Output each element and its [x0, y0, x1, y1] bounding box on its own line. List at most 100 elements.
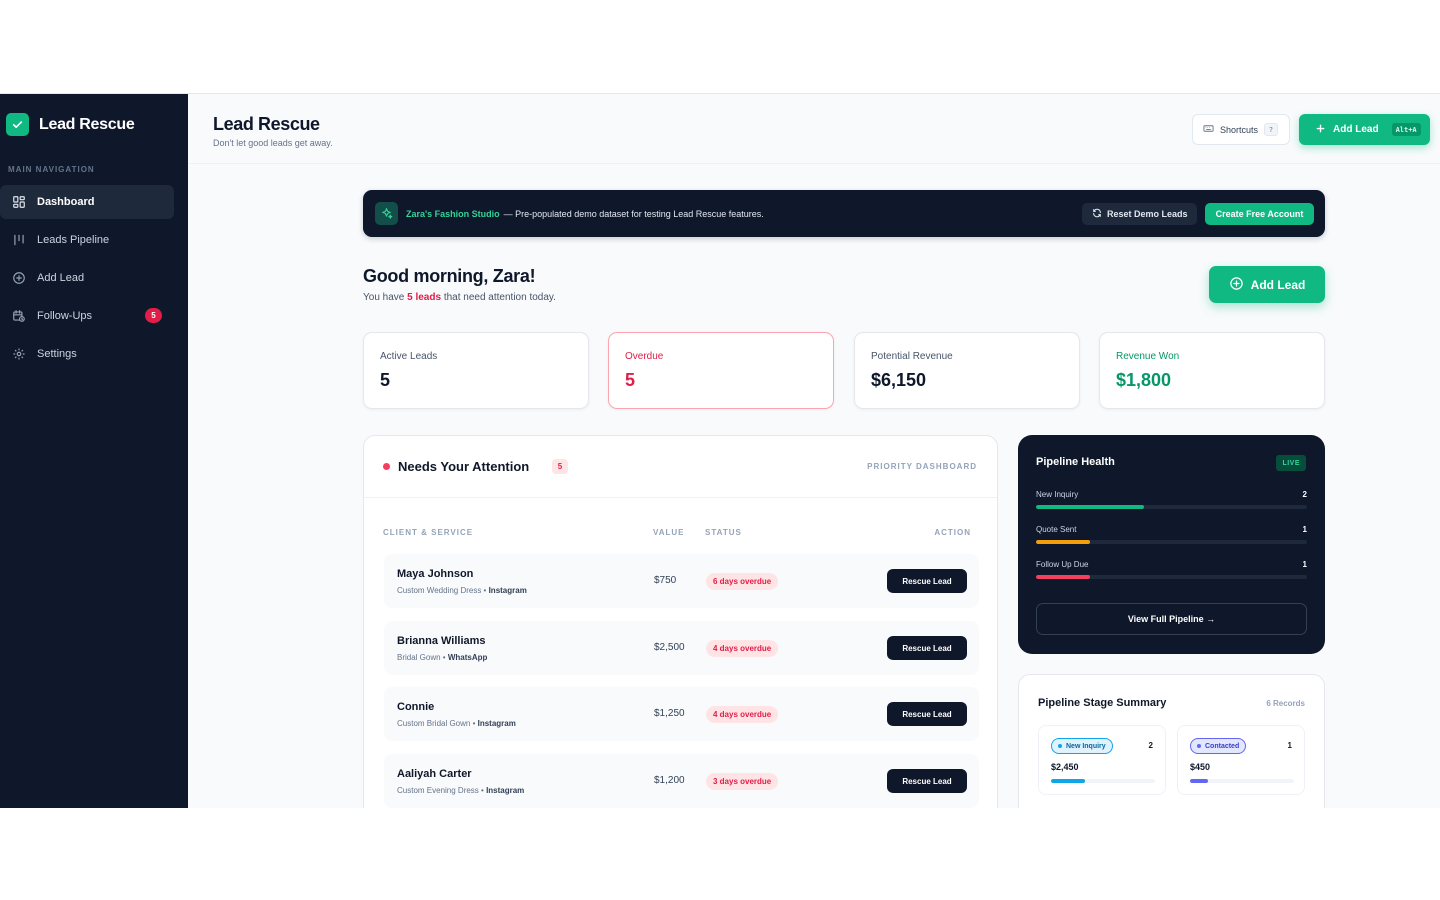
dot-icon — [1197, 744, 1201, 748]
plus-circle-icon — [11, 270, 27, 286]
plus-circle-icon — [1229, 276, 1244, 294]
follow-ups-badge: 5 — [145, 308, 162, 323]
sidebar-item-settings[interactable]: Settings — [0, 337, 174, 371]
status-badge: 4 days overdue — [706, 640, 779, 657]
sidebar-item-label: Settings — [37, 348, 77, 360]
stat-label: Overdue — [625, 351, 664, 362]
stage-count: 1 — [1302, 560, 1307, 569]
rescue-lead-button[interactable]: Rescue Lead — [887, 636, 967, 660]
dot-icon — [1058, 744, 1062, 748]
stat-potential-revenue: Potential Revenue $6,150 — [854, 332, 1080, 409]
client-name: Maya Johnson — [397, 568, 474, 580]
stage-pill: New Inquiry — [1051, 738, 1113, 754]
column-header-action: ACTION — [934, 528, 971, 537]
sidebar-item-label: Dashboard — [37, 196, 95, 208]
page-subtitle: Don't let good leads get away. — [213, 138, 333, 148]
progress-track — [1051, 779, 1155, 783]
priority-dashboard-tag: PRIORITY DASHBOARD — [867, 462, 977, 471]
client-name: Brianna Williams — [397, 635, 486, 647]
sparkles-icon — [375, 202, 398, 225]
client-name: Aaliyah Carter — [397, 768, 472, 780]
client-service: Custom Evening Dress • Instagram — [397, 786, 525, 795]
table-row[interactable]: Connie Custom Bridal Gown • Instagram $1… — [384, 687, 979, 741]
banner-text: — Pre-populated demo dataset for testing… — [503, 208, 764, 219]
client-name: Connie — [397, 701, 435, 713]
add-lead-label: Add Lead — [1333, 124, 1379, 135]
progress-track — [1190, 779, 1294, 783]
shortcuts-label: Shortcuts — [1220, 124, 1259, 135]
shortcuts-key: ? — [1264, 123, 1279, 136]
stage-label: Quote Sent — [1036, 525, 1077, 534]
rescue-lead-button[interactable]: Rescue Lead — [887, 702, 967, 726]
divider — [364, 497, 997, 498]
stat-revenue-won: Revenue Won $1,800 — [1099, 332, 1325, 409]
progress-track — [1036, 575, 1307, 579]
table-row[interactable]: Aaliyah Carter Custom Evening Dress • In… — [384, 754, 979, 808]
greeting-prefix: You have — [363, 292, 405, 303]
progress-track — [1036, 540, 1307, 544]
grid-icon — [11, 194, 27, 210]
rescue-lead-button[interactable]: Rescue Lead — [887, 569, 967, 593]
stat-value: $6,150 — [871, 370, 927, 390]
banner-studio-name: Zara's Fashion Studio — [406, 208, 500, 219]
sidebar-item-dashboard[interactable]: Dashboard — [0, 185, 174, 219]
service-text: Bridal Gown — [397, 653, 441, 662]
check-icon — [6, 113, 29, 136]
calendar-clock-icon — [11, 308, 27, 324]
lead-value: $2,500 — [654, 642, 685, 653]
channel-text: Instagram — [488, 586, 527, 595]
records-count: 6 Records — [1266, 699, 1305, 708]
plus-icon — [1315, 123, 1326, 137]
sidebar: Lead Rescue MAIN NAVIGATION Dashboard Le… — [0, 94, 188, 808]
greeting-subtitle: You have 5 leads that need attention tod… — [363, 292, 556, 303]
status-badge: 4 days overdue — [706, 706, 779, 723]
stage-count: 1 — [1287, 741, 1292, 750]
gear-icon — [11, 346, 27, 362]
stage-count: 2 — [1148, 741, 1153, 750]
add-lead-button[interactable]: Add Lead — [1209, 266, 1325, 303]
live-badge: LIVE — [1276, 455, 1306, 471]
table-row[interactable]: Maya Johnson Custom Wedding Dress • Inst… — [384, 554, 979, 608]
progress-fill — [1190, 779, 1208, 783]
pipeline-stage-summary-panel: Pipeline Stage Summary 6 Records New Inq… — [1018, 674, 1325, 808]
rescue-lead-button[interactable]: Rescue Lead — [887, 769, 967, 793]
stage-count: 2 — [1302, 490, 1307, 499]
stage-pill: Contacted — [1190, 738, 1247, 754]
stat-label: Revenue Won — [1116, 351, 1180, 362]
stage-card-new-inquiry[interactable]: New Inquiry 2 $2,450 — [1038, 725, 1166, 795]
create-free-account-button[interactable]: Create Free Account — [1205, 203, 1314, 225]
stat-overdue: Overdue 5 — [608, 332, 834, 409]
attention-count-badge: 5 — [552, 459, 568, 474]
stat-value: 5 — [380, 370, 391, 390]
service-text: Custom Bridal Gown — [397, 719, 471, 728]
sidebar-item-leads-pipeline[interactable]: Leads Pipeline — [0, 223, 174, 257]
progress-fill — [1036, 575, 1091, 579]
panel-title: Pipeline Health — [1036, 456, 1115, 468]
channel-text: Instagram — [477, 719, 516, 728]
main-nav: Dashboard Leads Pipeline Add Lead Follow… — [0, 185, 188, 375]
lead-value: $750 — [654, 575, 677, 586]
stage-label: New Inquiry — [1036, 490, 1079, 499]
shortcuts-button[interactable]: Shortcuts ? — [1192, 114, 1290, 145]
stat-label: Active Leads — [380, 351, 438, 362]
lead-value: $1,250 — [654, 708, 685, 719]
stat-value: $1,800 — [1116, 370, 1172, 390]
alert-dot-icon — [383, 463, 390, 470]
channel-text: Instagram — [486, 786, 525, 795]
stage-card-contacted[interactable]: Contacted 1 $450 — [1177, 725, 1305, 795]
refresh-icon — [1092, 208, 1102, 220]
brand[interactable]: Lead Rescue — [6, 113, 135, 136]
panel-title: Needs Your Attention — [398, 459, 530, 474]
view-full-pipeline-button[interactable]: View Full Pipeline → — [1036, 603, 1307, 635]
client-service: Custom Wedding Dress • Instagram — [397, 586, 527, 595]
needs-attention-panel: Needs Your Attention 5 PRIORITY DASHBOAR… — [363, 435, 998, 808]
table-row[interactable]: Brianna Williams Bridal Gown • WhatsApp … — [384, 621, 979, 675]
stage-pill-label: New Inquiry — [1066, 742, 1106, 750]
header-add-lead-button[interactable]: Add Lead Alt+A — [1299, 114, 1430, 145]
stat-active-leads: Active Leads 5 — [363, 332, 589, 409]
sidebar-item-follow-ups[interactable]: Follow-Ups 5 — [0, 299, 174, 333]
sidebar-item-add-lead[interactable]: Add Lead — [0, 261, 174, 295]
column-header-status: STATUS — [705, 528, 742, 537]
reset-demo-leads-button[interactable]: Reset Demo Leads — [1082, 203, 1197, 225]
pipeline-health-panel: Pipeline Health LIVE New Inquiry 2 Quote… — [1018, 435, 1325, 654]
